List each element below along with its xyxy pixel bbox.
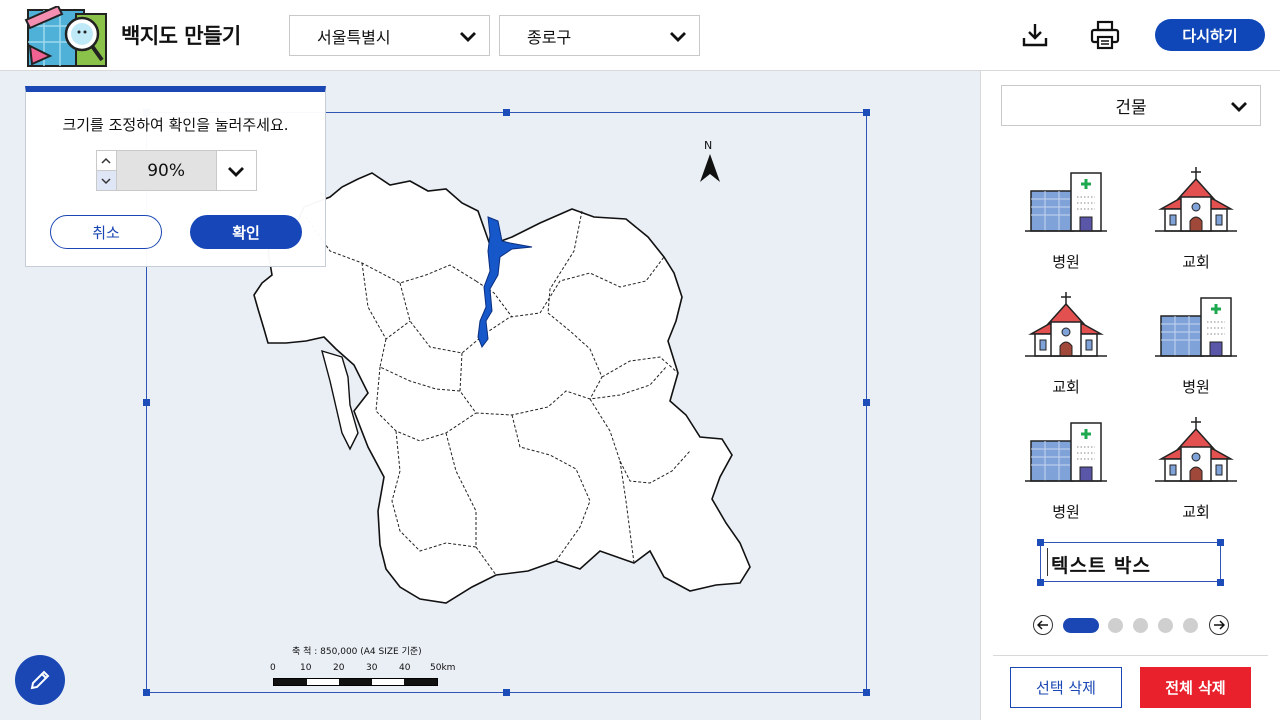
arrow-right-icon xyxy=(1214,620,1225,630)
element-tile-hospital[interactable]: 병원 xyxy=(1021,165,1111,275)
north-arrow-icon xyxy=(700,154,720,182)
download-button[interactable] xyxy=(1018,18,1052,52)
zoom-dropdown-button[interactable] xyxy=(215,151,257,190)
element-tile-label: 교회 xyxy=(1182,253,1210,271)
scale-tick: 10 xyxy=(300,663,312,673)
delete-all-button[interactable]: 전체 삭제 xyxy=(1140,667,1251,708)
arrow-left-icon xyxy=(1037,620,1048,630)
element-tile-label: 병원 xyxy=(1182,378,1210,396)
panel-divider xyxy=(993,655,1268,656)
resize-handle-mr[interactable] xyxy=(863,399,870,406)
resize-message: 크기를 조정하여 확인을 눌러주세요. xyxy=(62,116,289,134)
element-tile-hospital[interactable]: 병원 xyxy=(1151,290,1241,400)
page-dot[interactable] xyxy=(1183,618,1198,633)
category-select[interactable]: 건물 xyxy=(1001,85,1261,126)
stepper-arrows xyxy=(97,151,117,190)
resize-handle-tm[interactable] xyxy=(503,109,510,116)
text-box-label: 텍스트 박스 xyxy=(1051,555,1152,577)
textbox-handle-tr[interactable] xyxy=(1217,539,1224,546)
city-select[interactable]: 서울특별시 xyxy=(289,15,490,56)
app-title: 백지도 만들기 xyxy=(121,24,241,48)
print-button[interactable] xyxy=(1088,18,1122,52)
scale-title: 축 척 : 850,000 (A4 SIZE 기준) xyxy=(292,647,422,657)
textbox-handle-br[interactable] xyxy=(1217,579,1224,586)
zoom-increase-button[interactable] xyxy=(97,151,116,170)
hospital-icon xyxy=(1025,172,1107,232)
delete-selected-button[interactable]: 선택 삭제 xyxy=(1010,667,1122,708)
confirm-button[interactable]: 확인 xyxy=(190,215,302,249)
resize-handle-bm[interactable] xyxy=(503,689,510,696)
church-icon xyxy=(1155,417,1237,482)
prev-page-button[interactable] xyxy=(1033,615,1053,635)
element-tile-label: 교회 xyxy=(1052,378,1080,396)
print-icon xyxy=(1090,20,1120,50)
resize-handle-br[interactable] xyxy=(863,689,870,696)
scale-tick: 20 xyxy=(333,663,345,673)
church-icon xyxy=(1025,292,1107,357)
scale-tick: 40 xyxy=(399,663,411,673)
scale-bar xyxy=(273,678,438,686)
text-caret xyxy=(1047,548,1048,576)
chevron-down-icon xyxy=(101,177,111,184)
element-tile-church[interactable]: 교회 xyxy=(1151,165,1241,275)
chevron-down-icon xyxy=(228,166,245,177)
district-select-value: 종로구 xyxy=(527,27,572,47)
element-tile-label: 병원 xyxy=(1052,503,1080,521)
textbox-handle-bl[interactable] xyxy=(1037,579,1044,586)
map-scale: 축 척 : 850,000 (A4 SIZE 기준) 0 10 20 30 40… xyxy=(266,644,466,692)
scale-tick: 50km xyxy=(430,663,456,673)
pagination xyxy=(1033,614,1229,636)
hospital-icon xyxy=(1025,422,1107,482)
category-select-value: 건물 xyxy=(1115,98,1147,118)
edit-button[interactable] xyxy=(15,655,65,705)
map-outline xyxy=(253,172,751,604)
element-tile-label: 교회 xyxy=(1182,503,1210,521)
resize-handle-tr[interactable] xyxy=(863,109,870,116)
element-tile-label: 병원 xyxy=(1052,253,1080,271)
chevron-down-icon xyxy=(460,32,476,42)
zoom-stepper[interactable]: 90% xyxy=(96,150,257,191)
cancel-button[interactable]: 취소 xyxy=(50,215,162,249)
resize-dialog: 크기를 조정하여 확인을 눌러주세요. 90% 취소 확인 xyxy=(25,86,326,267)
chevron-up-icon xyxy=(101,157,111,164)
resize-handle-bl[interactable] xyxy=(143,689,150,696)
page-dot[interactable] xyxy=(1063,618,1099,633)
chevron-down-icon xyxy=(1231,102,1247,112)
page-dot[interactable] xyxy=(1158,618,1173,633)
scale-ticks: 0 10 20 30 40 50km xyxy=(266,663,466,675)
page-dot[interactable] xyxy=(1133,618,1148,633)
reset-button[interactable]: 다시하기 xyxy=(1155,19,1265,51)
scale-tick: 0 xyxy=(270,663,276,673)
chevron-down-icon xyxy=(670,32,686,42)
text-box-element[interactable]: 텍스트 박스 xyxy=(1040,542,1221,582)
zoom-decrease-button[interactable] xyxy=(97,170,116,190)
textbox-handle-tl[interactable] xyxy=(1037,539,1044,546)
scale-tick: 30 xyxy=(366,663,378,673)
island xyxy=(321,349,359,451)
app-logo xyxy=(24,4,112,70)
city-select-value: 서울특별시 xyxy=(317,27,391,47)
church-icon xyxy=(1155,167,1237,232)
district-select[interactable]: 종로구 xyxy=(499,15,700,56)
blank-map xyxy=(253,172,751,604)
element-tile-church[interactable]: 교회 xyxy=(1151,415,1241,525)
download-icon xyxy=(1022,24,1048,47)
page-dot[interactable] xyxy=(1108,618,1123,633)
element-tile-hospital[interactable]: 병원 xyxy=(1021,415,1111,525)
next-page-button[interactable] xyxy=(1209,615,1229,635)
top-bar: 백지도 만들기 서울특별시 종로구 다시하기 xyxy=(0,0,1280,71)
zoom-value[interactable]: 90% xyxy=(116,151,216,190)
element-tile-church[interactable]: 교회 xyxy=(1021,290,1111,400)
resize-handle-ml[interactable] xyxy=(143,399,150,406)
pencil-icon xyxy=(30,670,50,690)
element-panel: 건물 병원 교회 교회 병원 병원 교회 텍스트 박스 선택 삭제 전체 삭제 xyxy=(980,71,1280,720)
hospital-icon xyxy=(1155,297,1237,357)
